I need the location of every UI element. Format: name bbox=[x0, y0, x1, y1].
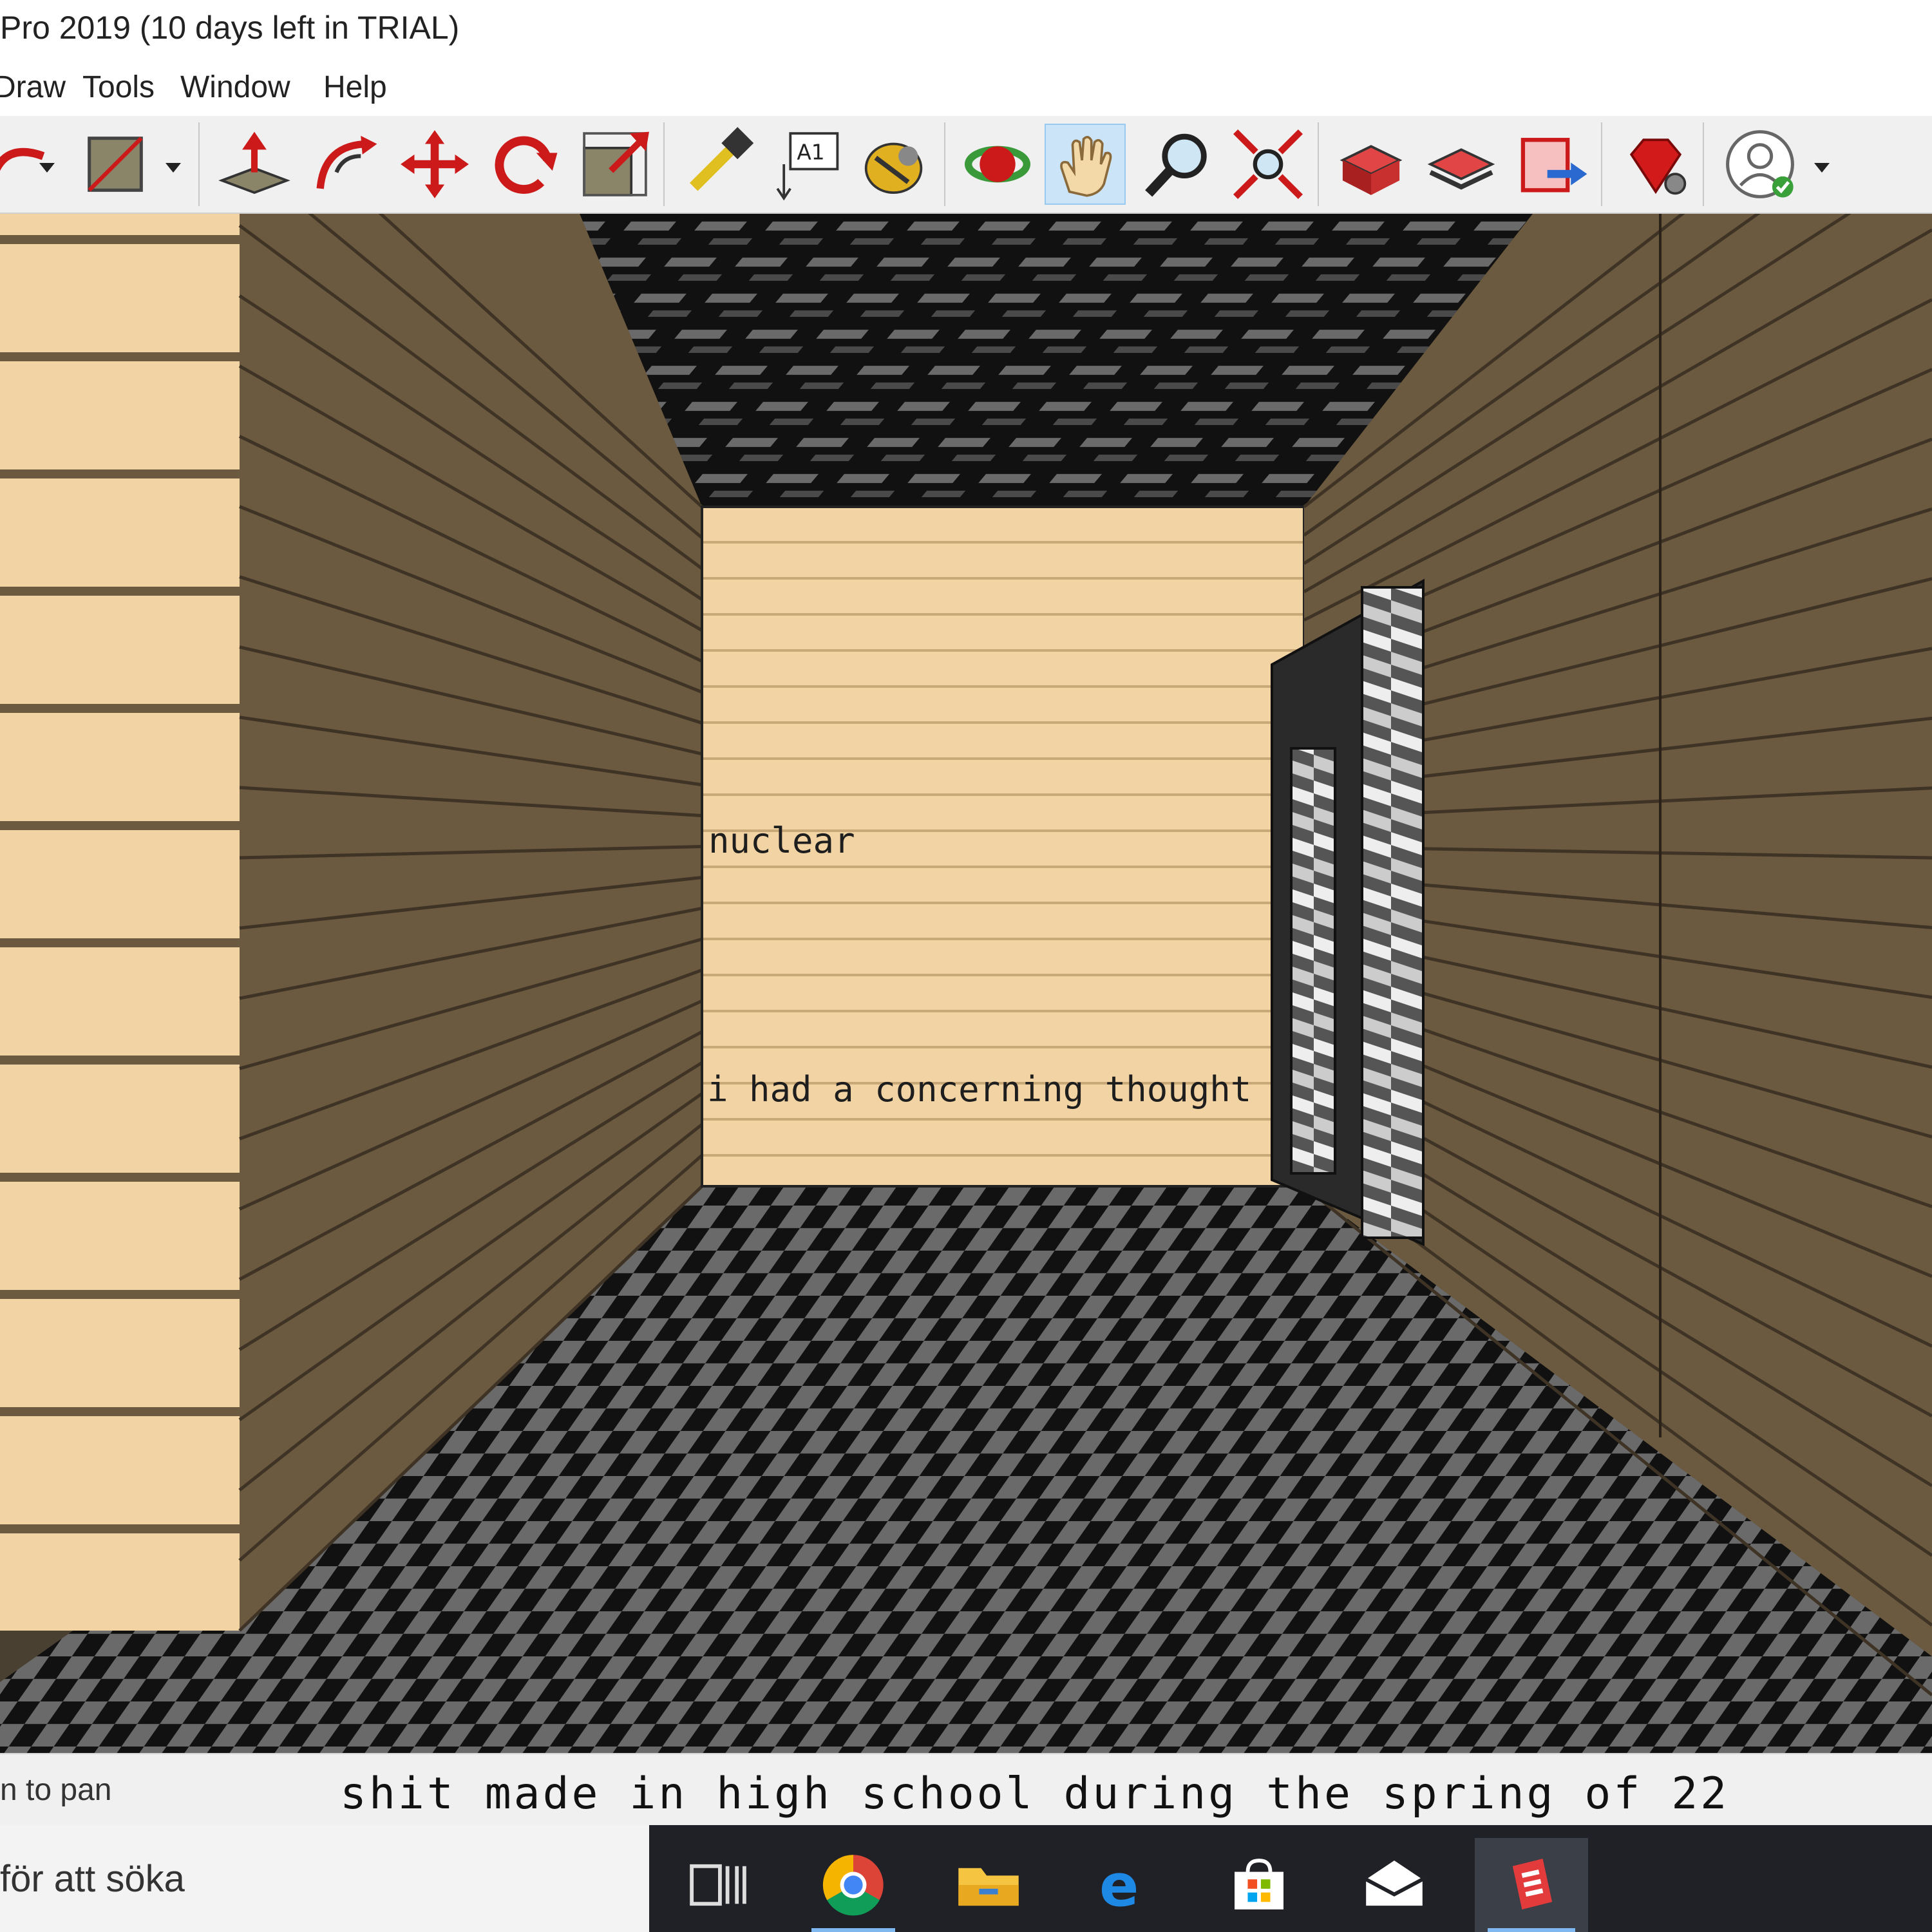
pan-hand-icon bbox=[1060, 136, 1112, 197]
extension-warehouse-icon bbox=[1427, 148, 1495, 190]
scale-tool-button[interactable] bbox=[574, 124, 656, 205]
window-title: Pro 2019 (10 days left in TRIAL) bbox=[0, 10, 460, 46]
file-explorer-button[interactable] bbox=[940, 1838, 1037, 1932]
menu-bar: Draw Tools Window Help bbox=[0, 62, 1932, 116]
3d-warehouse-tool-button[interactable] bbox=[1331, 124, 1412, 205]
menu-draw[interactable]: Draw bbox=[0, 70, 66, 105]
rotate-tool-button[interactable] bbox=[484, 124, 565, 205]
layout-icon bbox=[1520, 138, 1587, 193]
doorway-pillar-left bbox=[1290, 747, 1336, 1175]
move-tool-button[interactable] bbox=[394, 124, 475, 205]
status-hint: n to pan bbox=[0, 1773, 112, 1807]
extension-manager-tool-button[interactable] bbox=[1615, 124, 1696, 205]
store-button[interactable] bbox=[1211, 1838, 1307, 1932]
scale-icon bbox=[583, 131, 649, 196]
zoom-icon bbox=[1145, 133, 1207, 197]
send-to-layout-tool-button[interactable] bbox=[1511, 124, 1592, 205]
toolbar: A1 bbox=[0, 116, 1932, 214]
taskbar-search[interactable]: för att söka bbox=[0, 1825, 649, 1932]
zoom-tool-button[interactable] bbox=[1137, 124, 1218, 205]
account-tool-button[interactable] bbox=[1719, 124, 1801, 205]
chevron-down-icon[interactable] bbox=[164, 157, 183, 176]
wall-text-nuclear: nuclear bbox=[708, 820, 855, 861]
menu-tools[interactable]: Tools bbox=[82, 70, 155, 105]
model-viewport[interactable]: nuclear i had a concerning thought bbox=[0, 214, 1932, 1753]
edge-icon: e bbox=[1099, 1852, 1139, 1920]
chrome-icon bbox=[822, 1855, 884, 1916]
mail-icon bbox=[1365, 1861, 1424, 1906]
tape-measure-icon bbox=[689, 127, 754, 191]
extension-warehouse-tool-button[interactable] bbox=[1421, 124, 1502, 205]
status-bar: n to pan shit made in high school during… bbox=[0, 1753, 1932, 1826]
taskbar: för att söka e bbox=[0, 1825, 1932, 1932]
menu-window[interactable]: Window bbox=[180, 70, 290, 105]
follow-me-tool-button[interactable] bbox=[304, 124, 385, 205]
paint-bucket-tool-button[interactable] bbox=[851, 124, 933, 205]
search-placeholder: för att söka bbox=[0, 1858, 185, 1900]
zoom-extents-icon bbox=[1233, 129, 1303, 199]
chrome-button[interactable] bbox=[805, 1838, 902, 1932]
wall-text-concerning-thought: i had a concerning thought bbox=[707, 1069, 1252, 1110]
text-icon: A1 bbox=[776, 132, 839, 201]
warehouse-icon bbox=[1340, 145, 1403, 195]
mail-button[interactable] bbox=[1346, 1838, 1443, 1932]
scene-render bbox=[0, 214, 1932, 1753]
caption-overlay: shit made in high school during the spri… bbox=[340, 1768, 1730, 1819]
paint-bucket-icon bbox=[864, 142, 923, 194]
ruby-icon bbox=[1629, 138, 1687, 195]
file-explorer-icon bbox=[958, 1868, 1019, 1906]
follow-me-icon bbox=[316, 135, 377, 189]
rectangle-tool-button[interactable] bbox=[75, 124, 156, 205]
push-pull-tool-button[interactable] bbox=[214, 124, 295, 205]
task-view-button[interactable] bbox=[670, 1838, 766, 1932]
orbit-icon bbox=[964, 146, 1031, 183]
sketchup-button[interactable] bbox=[1475, 1838, 1588, 1932]
store-icon bbox=[1235, 1859, 1283, 1909]
move-icon bbox=[401, 130, 469, 198]
rotate-icon bbox=[495, 136, 558, 194]
sketchup-icon bbox=[1512, 1859, 1553, 1909]
task-view-icon bbox=[690, 1864, 746, 1906]
doorway-pillar-right bbox=[1361, 586, 1425, 1239]
chevron-down-icon[interactable] bbox=[1812, 157, 1832, 176]
pan-tool-button[interactable] bbox=[1045, 124, 1126, 205]
rectangle-icon bbox=[88, 137, 143, 192]
text-tool-button[interactable]: A1 bbox=[768, 124, 849, 205]
edge-button[interactable]: e bbox=[1075, 1838, 1172, 1932]
title-bar: Pro 2019 (10 days left in TRIAL) bbox=[0, 0, 1932, 62]
menu-help[interactable]: Help bbox=[323, 70, 387, 105]
svg-text:e: e bbox=[1099, 1852, 1139, 1920]
account-icon bbox=[1726, 130, 1794, 198]
push-pull-icon bbox=[218, 131, 290, 194]
svg-text:A1: A1 bbox=[797, 140, 824, 164]
tape-measure-tool-button[interactable] bbox=[677, 124, 759, 205]
left-wall-front bbox=[0, 214, 240, 1631]
zoom-extents-tool-button[interactable] bbox=[1227, 124, 1309, 205]
orbit-tool-button[interactable] bbox=[957, 124, 1038, 205]
chevron-down-icon[interactable] bbox=[37, 157, 57, 176]
